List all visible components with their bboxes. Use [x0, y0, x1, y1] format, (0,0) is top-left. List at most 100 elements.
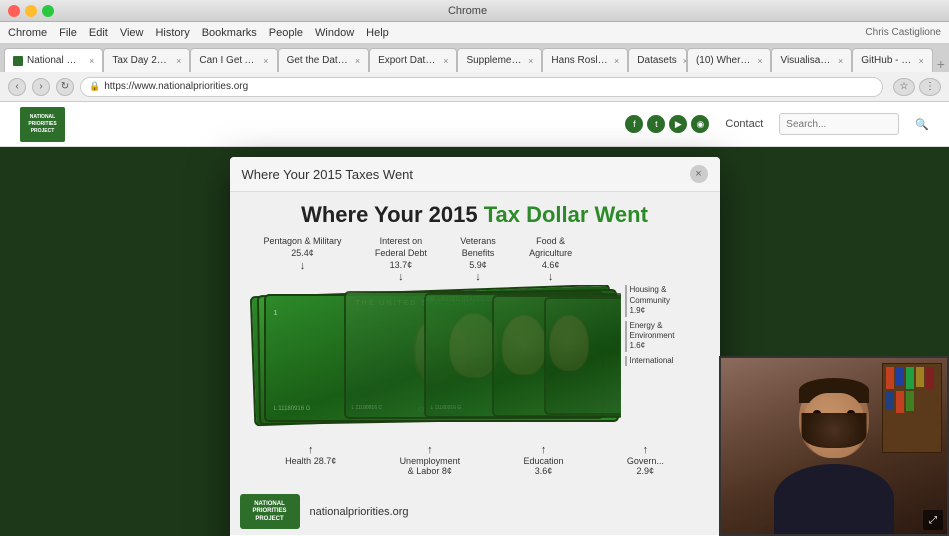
bookshelf: [882, 363, 942, 453]
reload-button[interactable]: ↻: [56, 78, 74, 96]
maximize-button[interactable]: [42, 5, 54, 17]
tab-can-i-get[interactable]: Can I Get A Re... ×: [190, 48, 277, 72]
tab-tax-day[interactable]: Tax Day 2016 |... ×: [103, 48, 190, 72]
menu-help[interactable]: Help: [366, 27, 389, 39]
bills-container: THE UNITED STATES OF AMERICA 1 L 1118091…: [244, 285, 621, 440]
site-header: NATIONALPRIORITIESPROJECT f t ▶ ◉ Contac…: [0, 102, 949, 147]
title-bar-text: Chrome: [54, 5, 881, 17]
search-icon[interactable]: 🔍: [915, 118, 929, 131]
tab-close[interactable]: ×: [919, 56, 924, 66]
modal: Where Your 2015 Taxes Went × Where Your …: [230, 157, 720, 536]
menu-chrome[interactable]: Chrome: [8, 27, 47, 39]
tab-label: Hans Rosling :...: [551, 55, 608, 66]
tab-github[interactable]: GitHub - jaim... ×: [852, 48, 933, 72]
title-bar: Chrome: [0, 0, 949, 22]
tab-get-data[interactable]: Get the Data | D... ×: [278, 48, 370, 72]
bottom-labels: ↑ Health 28.7¢ ↑ Unemployment& Labor 8¢ …: [244, 440, 706, 478]
label-education: ↑ Education3.6¢: [523, 444, 563, 476]
modal-close-button[interactable]: ×: [690, 165, 708, 183]
label-unemployment: ↑ Unemployment& Labor 8¢: [400, 444, 461, 476]
infographic-footer: NATIONALPRIORITIESPROJECT nationalpriori…: [230, 488, 720, 535]
tab-label: Datasets: [637, 55, 676, 66]
secure-icon: 🔒: [89, 81, 100, 92]
person-beard: [802, 413, 867, 448]
social-icons: f t ▶ ◉: [625, 115, 709, 133]
tab-close[interactable]: ×: [443, 56, 448, 66]
twitter-icon[interactable]: t: [647, 115, 665, 133]
tab-label: Visualisation:...: [780, 55, 832, 66]
menu-bookmarks[interactable]: Bookmarks: [202, 27, 257, 39]
top-labels: Pentagon & Military25.4¢ ↓ Interest onFe…: [244, 236, 706, 285]
tab-label: Get the Data | D...: [287, 55, 349, 66]
right-labels: Housing &Community1.9¢ Energy &Environme…: [621, 285, 706, 440]
tab-label: (10) Where ca...: [696, 55, 751, 66]
tab-close[interactable]: ×: [838, 56, 843, 66]
infographic: Where Your 2015 Tax Dollar Went Pentagon…: [230, 192, 720, 488]
menu-edit[interactable]: Edit: [89, 27, 108, 39]
url-bar[interactable]: 🔒 https://www.nationalpriorities.org: [80, 77, 883, 97]
tab-export-data[interactable]: Export Data | D... ×: [369, 48, 457, 72]
infographic-title: Where Your 2015 Tax Dollar Went: [244, 202, 706, 228]
new-tab-button[interactable]: +: [937, 56, 945, 72]
tab-hans-rosling[interactable]: Hans Rosling :... ×: [542, 48, 628, 72]
label-veterans: VeteransBenefits5.9¢ ↓: [460, 236, 496, 283]
forward-button[interactable]: ›: [32, 78, 50, 96]
menu-bar: Chrome File Edit View History Bookmarks …: [0, 22, 949, 44]
tab-close[interactable]: ×: [355, 56, 360, 66]
menu-view[interactable]: View: [120, 27, 144, 39]
facebook-icon[interactable]: f: [625, 115, 643, 133]
bill-layer-7: [544, 297, 621, 415]
browser-chrome: Chrome Chrome File Edit View History Boo…: [0, 0, 949, 102]
bill-serial-4: L 11180916 C: [352, 405, 383, 411]
tab-label: Export Data | D...: [378, 55, 437, 66]
tab-close[interactable]: ×: [89, 56, 94, 66]
label-government: ↑ Govern...2.9¢: [627, 444, 664, 476]
tab-datasets[interactable]: Datasets ×: [628, 48, 687, 72]
menu-dots-button[interactable]: ⋮: [919, 78, 941, 96]
tab-label: Can I Get A Re...: [199, 55, 257, 66]
close-button[interactable]: [8, 5, 20, 17]
tab-supplemental[interactable]: Supplemental ... ×: [457, 48, 542, 72]
tab-label: Supplemental ...: [466, 55, 522, 66]
label-energy: Energy &Environment1.6¢: [625, 321, 706, 352]
tab-close[interactable]: ×: [263, 56, 268, 66]
site-logo: NATIONALPRIORITIESPROJECT: [28, 114, 56, 135]
footer-url: nationalpriorities.org: [310, 506, 409, 518]
menu-history[interactable]: History: [155, 27, 189, 39]
site-nav: f t ▶ ◉ Contact 🔍: [625, 113, 929, 135]
bill-serial-left: L 11180916 G: [274, 406, 311, 412]
menu-people[interactable]: People: [269, 27, 303, 39]
user-label: Chris Castiglione: [865, 27, 941, 38]
np-logo-footer: NATIONALPRIORITIESPROJECT: [240, 494, 300, 529]
site-search-input[interactable]: [779, 113, 899, 135]
nav-bar: ‹ › ↻ 🔒 https://www.nationalpriorities.o…: [0, 72, 949, 102]
tab-where-ca[interactable]: (10) Where ca... ×: [687, 48, 772, 72]
tab-national-priorities[interactable]: National Prioriti... ×: [4, 48, 103, 72]
tab-visualization[interactable]: Visualisation:... ×: [771, 48, 852, 72]
menu-window[interactable]: Window: [315, 27, 354, 39]
tab-close[interactable]: ×: [528, 56, 533, 66]
youtube-icon[interactable]: ▶: [669, 115, 687, 133]
label-health: ↑ Health 28.7¢: [285, 444, 336, 476]
person-body: [774, 464, 894, 534]
tab-label: National Prioriti...: [27, 55, 83, 66]
bills-area: THE UNITED STATES OF AMERICA 1 L 1118091…: [244, 285, 706, 440]
contact-link[interactable]: Contact: [725, 118, 763, 130]
url-text: https://www.nationalpriorities.org: [104, 81, 248, 92]
tab-close[interactable]: ×: [757, 56, 762, 66]
label-interest: Interest onFederal Debt13.7¢ ↓: [375, 236, 427, 283]
bill-serial-5: L 11180916 G: [431, 405, 462, 411]
bill-number-left: 1: [274, 310, 278, 317]
modal-header: Where Your 2015 Taxes Went ×: [230, 157, 720, 192]
label-international: International: [625, 356, 706, 366]
expand-icon[interactable]: ⤢: [923, 510, 943, 530]
label-food: Food &Agriculture4.6¢ ↓: [529, 236, 572, 283]
tab-close[interactable]: ×: [176, 56, 181, 66]
bookmark-button[interactable]: ☆: [893, 78, 915, 96]
tab-label: GitHub - jaim...: [861, 55, 912, 66]
menu-file[interactable]: File: [59, 27, 77, 39]
back-button[interactable]: ‹: [8, 78, 26, 96]
tab-close[interactable]: ×: [614, 56, 619, 66]
rss-icon[interactable]: ◉: [691, 115, 709, 133]
minimize-button[interactable]: [25, 5, 37, 17]
